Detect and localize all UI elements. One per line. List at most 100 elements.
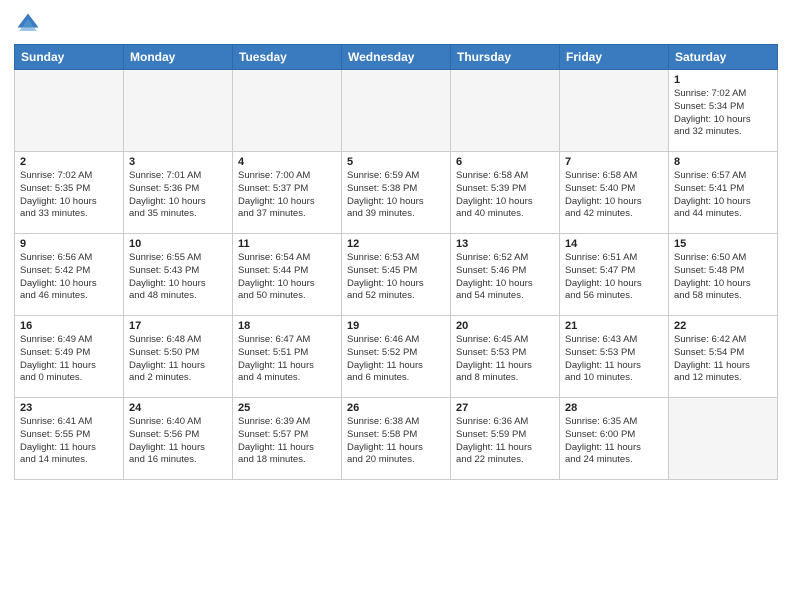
day-number: 7	[565, 156, 663, 168]
day-number: 18	[238, 320, 336, 332]
day-info: Sunrise: 6:52 AM Sunset: 5:46 PM Dayligh…	[456, 252, 554, 303]
weekday-header-sunday: Sunday	[15, 45, 124, 70]
calendar-cell: 27 Sunrise: 6:36 AM Sunset: 5:59 PM Dayli…	[451, 398, 560, 480]
calendar-cell: 21 Sunrise: 6:43 AM Sunset: 5:53 PM Dayli…	[560, 316, 669, 398]
day-number: 12	[347, 238, 445, 250]
logo-icon	[14, 10, 42, 38]
day-info: Sunrise: 7:01 AM Sunset: 5:36 PM Dayligh…	[129, 170, 227, 221]
calendar-header: SundayMondayTuesdayWednesdayThursdayFrid…	[15, 45, 778, 70]
day-number: 19	[347, 320, 445, 332]
day-info: Sunrise: 6:40 AM Sunset: 5:56 PM Dayligh…	[129, 416, 227, 467]
day-info: Sunrise: 6:46 AM Sunset: 5:52 PM Dayligh…	[347, 334, 445, 385]
calendar-cell: 19 Sunrise: 6:46 AM Sunset: 5:52 PM Dayli…	[342, 316, 451, 398]
calendar-table: SundayMondayTuesdayWednesdayThursdayFrid…	[14, 44, 778, 480]
day-number: 13	[456, 238, 554, 250]
calendar-cell: 24 Sunrise: 6:40 AM Sunset: 5:56 PM Dayli…	[124, 398, 233, 480]
logo	[14, 10, 46, 38]
calendar-body: 1 Sunrise: 7:02 AM Sunset: 5:34 PM Daylig…	[15, 70, 778, 480]
day-info: Sunrise: 6:41 AM Sunset: 5:55 PM Dayligh…	[20, 416, 118, 467]
day-info: Sunrise: 6:38 AM Sunset: 5:58 PM Dayligh…	[347, 416, 445, 467]
day-info: Sunrise: 6:53 AM Sunset: 5:45 PM Dayligh…	[347, 252, 445, 303]
day-info: Sunrise: 6:45 AM Sunset: 5:53 PM Dayligh…	[456, 334, 554, 385]
day-info: Sunrise: 6:58 AM Sunset: 5:40 PM Dayligh…	[565, 170, 663, 221]
day-info: Sunrise: 7:00 AM Sunset: 5:37 PM Dayligh…	[238, 170, 336, 221]
weekday-header-tuesday: Tuesday	[233, 45, 342, 70]
day-number: 20	[456, 320, 554, 332]
calendar-week-row: 1 Sunrise: 7:02 AM Sunset: 5:34 PM Daylig…	[15, 70, 778, 152]
day-number: 14	[565, 238, 663, 250]
calendar-cell	[560, 70, 669, 152]
day-number: 9	[20, 238, 118, 250]
day-number: 26	[347, 402, 445, 414]
calendar-cell: 11 Sunrise: 6:54 AM Sunset: 5:44 PM Dayli…	[233, 234, 342, 316]
day-number: 22	[674, 320, 772, 332]
calendar-cell: 2Sunrise: 7:02 AM Sunset: 5:35 PM Daylig…	[15, 152, 124, 234]
calendar-cell: 28 Sunrise: 6:35 AM Sunset: 6:00 PM Dayli…	[560, 398, 669, 480]
day-info: Sunrise: 6:36 AM Sunset: 5:59 PM Dayligh…	[456, 416, 554, 467]
calendar-cell	[342, 70, 451, 152]
calendar-week-row: 2Sunrise: 7:02 AM Sunset: 5:35 PM Daylig…	[15, 152, 778, 234]
calendar-cell: 10Sunrise: 6:55 AM Sunset: 5:43 PM Dayli…	[124, 234, 233, 316]
day-number: 6	[456, 156, 554, 168]
calendar-cell: 16 Sunrise: 6:49 AM Sunset: 5:49 PM Dayli…	[15, 316, 124, 398]
day-number: 21	[565, 320, 663, 332]
calendar-cell: 17Sunrise: 6:48 AM Sunset: 5:50 PM Dayli…	[124, 316, 233, 398]
header	[14, 10, 778, 38]
calendar-week-row: 23 Sunrise: 6:41 AM Sunset: 5:55 PM Dayli…	[15, 398, 778, 480]
day-number: 23	[20, 402, 118, 414]
day-info: Sunrise: 6:48 AM Sunset: 5:50 PM Dayligh…	[129, 334, 227, 385]
day-info: Sunrise: 6:58 AM Sunset: 5:39 PM Dayligh…	[456, 170, 554, 221]
day-number: 15	[674, 238, 772, 250]
day-info: Sunrise: 6:56 AM Sunset: 5:42 PM Dayligh…	[20, 252, 118, 303]
calendar-cell: 23 Sunrise: 6:41 AM Sunset: 5:55 PM Dayli…	[15, 398, 124, 480]
calendar-cell: 1 Sunrise: 7:02 AM Sunset: 5:34 PM Daylig…	[669, 70, 778, 152]
calendar-cell	[124, 70, 233, 152]
calendar-cell: 8Sunrise: 6:57 AM Sunset: 5:41 PM Daylig…	[669, 152, 778, 234]
day-number: 11	[238, 238, 336, 250]
calendar-cell: 9 Sunrise: 6:56 AM Sunset: 5:42 PM Daylig…	[15, 234, 124, 316]
calendar-cell: 5Sunrise: 6:59 AM Sunset: 5:38 PM Daylig…	[342, 152, 451, 234]
calendar-cell: 25 Sunrise: 6:39 AM Sunset: 5:57 PM Dayli…	[233, 398, 342, 480]
calendar-cell	[451, 70, 560, 152]
day-info: Sunrise: 6:54 AM Sunset: 5:44 PM Dayligh…	[238, 252, 336, 303]
calendar-cell: 13 Sunrise: 6:52 AM Sunset: 5:46 PM Dayli…	[451, 234, 560, 316]
weekday-header-row: SundayMondayTuesdayWednesdayThursdayFrid…	[15, 45, 778, 70]
day-number: 3	[129, 156, 227, 168]
calendar-cell	[15, 70, 124, 152]
day-info: Sunrise: 6:42 AM Sunset: 5:54 PM Dayligh…	[674, 334, 772, 385]
calendar-cell: 7 Sunrise: 6:58 AM Sunset: 5:40 PM Daylig…	[560, 152, 669, 234]
day-info: Sunrise: 6:55 AM Sunset: 5:43 PM Dayligh…	[129, 252, 227, 303]
day-info: Sunrise: 7:02 AM Sunset: 5:35 PM Dayligh…	[20, 170, 118, 221]
weekday-header-monday: Monday	[124, 45, 233, 70]
day-info: Sunrise: 6:49 AM Sunset: 5:49 PM Dayligh…	[20, 334, 118, 385]
day-number: 25	[238, 402, 336, 414]
calendar-cell: 18 Sunrise: 6:47 AM Sunset: 5:51 PM Dayli…	[233, 316, 342, 398]
calendar-cell: 20 Sunrise: 6:45 AM Sunset: 5:53 PM Dayli…	[451, 316, 560, 398]
weekday-header-thursday: Thursday	[451, 45, 560, 70]
day-info: Sunrise: 6:47 AM Sunset: 5:51 PM Dayligh…	[238, 334, 336, 385]
day-info: Sunrise: 6:35 AM Sunset: 6:00 PM Dayligh…	[565, 416, 663, 467]
day-number: 1	[674, 74, 772, 86]
day-info: Sunrise: 6:43 AM Sunset: 5:53 PM Dayligh…	[565, 334, 663, 385]
calendar-cell: 3 Sunrise: 7:01 AM Sunset: 5:36 PM Daylig…	[124, 152, 233, 234]
calendar-week-row: 16 Sunrise: 6:49 AM Sunset: 5:49 PM Dayli…	[15, 316, 778, 398]
calendar-cell: 6 Sunrise: 6:58 AM Sunset: 5:39 PM Daylig…	[451, 152, 560, 234]
weekday-header-wednesday: Wednesday	[342, 45, 451, 70]
day-number: 24	[129, 402, 227, 414]
calendar-cell: 14Sunrise: 6:51 AM Sunset: 5:47 PM Dayli…	[560, 234, 669, 316]
day-number: 16	[20, 320, 118, 332]
day-info: Sunrise: 7:02 AM Sunset: 5:34 PM Dayligh…	[674, 88, 772, 139]
day-info: Sunrise: 6:39 AM Sunset: 5:57 PM Dayligh…	[238, 416, 336, 467]
day-info: Sunrise: 6:50 AM Sunset: 5:48 PM Dayligh…	[674, 252, 772, 303]
day-number: 8	[674, 156, 772, 168]
calendar-cell: 4 Sunrise: 7:00 AM Sunset: 5:37 PM Daylig…	[233, 152, 342, 234]
day-number: 27	[456, 402, 554, 414]
calendar-cell: 22 Sunrise: 6:42 AM Sunset: 5:54 PM Dayli…	[669, 316, 778, 398]
calendar-cell: 15 Sunrise: 6:50 AM Sunset: 5:48 PM Dayli…	[669, 234, 778, 316]
day-number: 28	[565, 402, 663, 414]
calendar-cell	[669, 398, 778, 480]
calendar-cell	[233, 70, 342, 152]
day-number: 4	[238, 156, 336, 168]
calendar-week-row: 9 Sunrise: 6:56 AM Sunset: 5:42 PM Daylig…	[15, 234, 778, 316]
day-info: Sunrise: 6:59 AM Sunset: 5:38 PM Dayligh…	[347, 170, 445, 221]
